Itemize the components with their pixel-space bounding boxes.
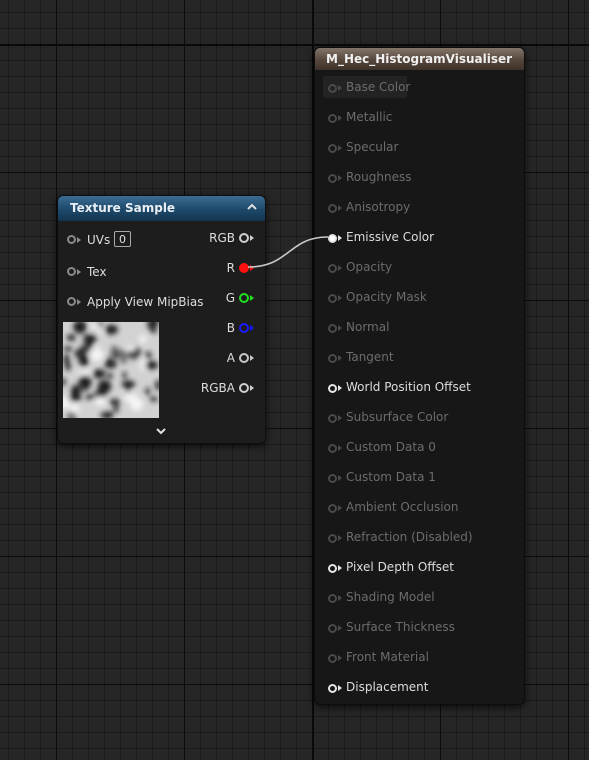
connection-wire[interactable] bbox=[0, 0, 589, 760]
